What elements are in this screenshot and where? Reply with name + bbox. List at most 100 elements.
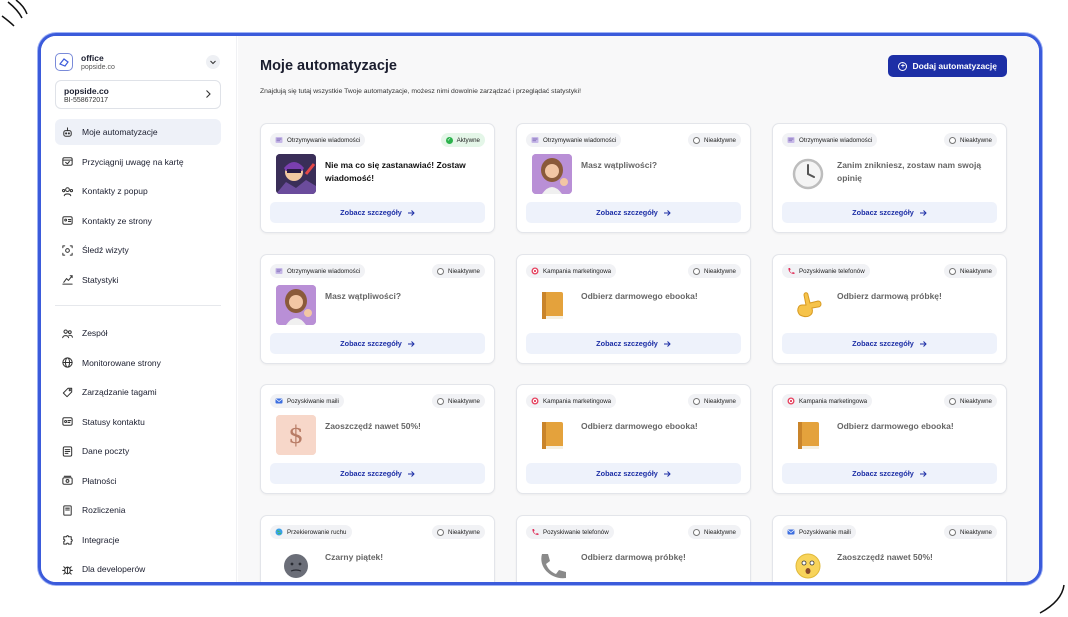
sidebar-item-statystyki[interactable]: Statystyki xyxy=(55,267,221,293)
automation-card[interactable]: Pozyskiwanie maili Nieaktywne Zaoszczędź… xyxy=(772,515,1007,582)
status-label: Nieaktywne xyxy=(448,267,480,275)
status-badge[interactable]: Nieaktywne xyxy=(688,525,741,539)
automation-card[interactable]: Kampania marketingowa Nieaktywne Odbierz… xyxy=(516,254,751,364)
see-details-button[interactable]: Zobacz szczegóły xyxy=(526,202,741,223)
main-content: Moje automatyzacje Znajdują się tutaj ws… xyxy=(238,36,1039,582)
sidebar-item-moje-automatyzacje[interactable]: Moje automatyzacje xyxy=(55,119,221,145)
nav-divider xyxy=(55,305,221,306)
automation-message: Czarny piątek! xyxy=(325,552,384,562)
see-details-button[interactable]: Zobacz szczegóły xyxy=(270,333,485,354)
automation-message: Zanim znikniesz, zostaw nam swoją opinię xyxy=(837,160,982,183)
category-badge: Otrzymywanie wiadomości xyxy=(782,133,878,147)
automation-card[interactable]: Otrzymywanie wiadomości Nieaktywne Masz … xyxy=(260,254,495,364)
sidebar-item-monitorowane-strony[interactable]: Monitorowane strony xyxy=(55,350,221,376)
arrow-right-icon xyxy=(663,470,671,478)
category-label: Przekierowanie ruchu xyxy=(287,528,347,536)
category-label: Kampania marketingowa xyxy=(799,397,868,405)
status-badge[interactable]: Nieaktywne xyxy=(944,264,997,278)
status-badge[interactable]: ✓ Aktywne xyxy=(440,133,485,147)
status-label: Nieaktywne xyxy=(704,267,736,275)
status-badge[interactable]: Nieaktywne xyxy=(688,264,741,278)
contact-status-icon xyxy=(61,415,74,428)
automation-card[interactable]: Otrzymywanie wiadomości ✓ Aktywne Nie ma… xyxy=(260,123,495,233)
see-details-button[interactable]: Zobacz szczegóły xyxy=(782,202,997,223)
status-label: Nieaktywne xyxy=(704,528,736,536)
status-badge[interactable]: Nieaktywne xyxy=(432,394,485,408)
automation-card[interactable]: Otrzymywanie wiadomości Nieaktywne Zanim… xyxy=(772,123,1007,233)
see-details-button[interactable]: Zobacz szczegóły xyxy=(270,202,485,223)
status-badge[interactable]: Nieaktywne xyxy=(432,525,485,539)
automation-card[interactable]: Pozyskiwanie telefonów Nieaktywne Odbier… xyxy=(516,515,751,582)
automation-card[interactable]: Otrzymywanie wiadomości Nieaktywne Masz … xyxy=(516,123,751,233)
status-label: Nieaktywne xyxy=(960,397,992,405)
chevron-down-icon[interactable] xyxy=(206,55,220,69)
sidebar-item-kontakty-z-popup[interactable]: Kontakty z popup xyxy=(55,178,221,204)
sidebar-item-kontakty-ze-strony[interactable]: Kontakty ze strony xyxy=(55,208,221,234)
see-details-label: Zobacz szczegóły xyxy=(596,339,658,348)
automation-card[interactable]: Pozyskiwanie telefonów Nieaktywne Odbier… xyxy=(772,254,1007,364)
status-badge[interactable]: Nieaktywne xyxy=(944,394,997,408)
sidebar-item-statusy-kontaktu[interactable]: Statusy kontaktu xyxy=(55,409,221,435)
status-label: Nieaktywne xyxy=(960,528,992,536)
sidebar-item-label: Dane poczty xyxy=(82,446,130,456)
add-automation-label: Dodaj automatyzację xyxy=(912,61,997,71)
automation-card[interactable]: Pozyskiwanie maili Nieaktywne $ Zaoszczę… xyxy=(260,384,495,494)
phone-icon xyxy=(531,528,539,536)
arrow-right-icon xyxy=(407,209,415,217)
category-label: Kampania marketingowa xyxy=(543,267,612,275)
see-details-button[interactable]: Zobacz szczegóły xyxy=(526,463,741,484)
sidebar-item-dla-developerów[interactable]: Dla developerów xyxy=(55,556,221,582)
automation-card[interactable]: Przekierowanie ruchu Nieaktywne Czarny p… xyxy=(260,515,495,582)
radio-circle-icon xyxy=(437,397,445,405)
status-badge[interactable]: Nieaktywne xyxy=(944,525,997,539)
sidebar-item-śledź-wizyty[interactable]: Śledź wizyty xyxy=(55,237,221,263)
dollar-thumb: $ xyxy=(276,415,316,455)
see-details-button[interactable]: Zobacz szczegóły xyxy=(782,463,997,484)
sidebar-item-rozliczenia[interactable]: Rozliczenia xyxy=(55,497,221,523)
sidebar-item-przyciągnij-uwagę-na-kartę[interactable]: Przyciągnij uwagę na kartę xyxy=(55,149,221,175)
sidebar-item-dane-poczty[interactable]: Dane poczty xyxy=(55,438,221,464)
radio-circle-icon xyxy=(949,136,957,144)
radio-circle-icon xyxy=(437,528,445,536)
automation-message: Zaoszczędź nawet 50%! xyxy=(325,421,421,431)
category-badge: Pozyskiwanie maili xyxy=(782,525,856,539)
status-badge[interactable]: Nieaktywne xyxy=(432,264,485,278)
automation-card[interactable]: Kampania marketingowa Nieaktywne Odbierz… xyxy=(516,384,751,494)
status-badge[interactable]: Nieaktywne xyxy=(688,133,741,147)
page-subtitle: Znajdują się tutaj wszystkie Twoje autom… xyxy=(260,88,581,95)
sidebar-item-integracje[interactable]: Integracje xyxy=(55,527,221,553)
sidebar-item-label: Monitorowane strony xyxy=(82,357,161,368)
status-badge[interactable]: Nieaktywne xyxy=(944,133,997,147)
arrow-right-icon xyxy=(919,470,927,478)
category-badge: Kampania marketingowa xyxy=(526,264,617,278)
robot-icon xyxy=(61,126,74,139)
sidebar-item-zarządzanie-tagami[interactable]: Zarządzanie tagami xyxy=(55,379,221,405)
status-label: Nieaktywne xyxy=(704,397,736,405)
category-label: Otrzymywanie wiadomości xyxy=(287,267,361,275)
automation-message: Zaoszczędź nawet 50%! xyxy=(837,552,933,562)
status-label: Nieaktywne xyxy=(448,397,480,405)
message-icon xyxy=(275,267,283,275)
sidebar-item-label: Statusy kontaktu xyxy=(82,416,145,427)
page-title: Moje automatyzacje xyxy=(260,58,397,74)
see-details-button[interactable]: Zobacz szczegóły xyxy=(782,333,997,354)
sidebar: office popside.co popside.co BI-55867201… xyxy=(41,36,237,582)
sidebar-item-zespół[interactable]: Zespół xyxy=(55,320,221,346)
message-icon xyxy=(531,136,539,144)
add-automation-button[interactable]: + Dodaj automatyzację xyxy=(888,55,1007,77)
see-details-button[interactable]: Zobacz szczegóły xyxy=(526,333,741,354)
status-badge[interactable]: Nieaktywne xyxy=(688,394,741,408)
see-details-button[interactable]: Zobacz szczegóły xyxy=(270,463,485,484)
site-selector[interactable]: popside.co BI-558672017 xyxy=(55,80,221,109)
sidebar-item-płatności[interactable]: Płatności xyxy=(55,468,221,494)
woman-thumb xyxy=(532,154,572,194)
call-hand-thumb xyxy=(788,285,828,325)
book-thumb xyxy=(532,415,572,455)
category-label: Pozyskiwanie maili xyxy=(287,397,339,405)
category-label: Otrzymywanie wiadomości xyxy=(543,136,617,144)
automation-message: Odbierz darmowego ebooka! xyxy=(581,421,698,431)
billing-icon xyxy=(61,504,74,517)
org-switcher[interactable]: office popside.co xyxy=(55,48,220,76)
automation-message: Odbierz darmową próbkę! xyxy=(581,552,686,562)
automation-card[interactable]: Kampania marketingowa Nieaktywne Odbierz… xyxy=(772,384,1007,494)
